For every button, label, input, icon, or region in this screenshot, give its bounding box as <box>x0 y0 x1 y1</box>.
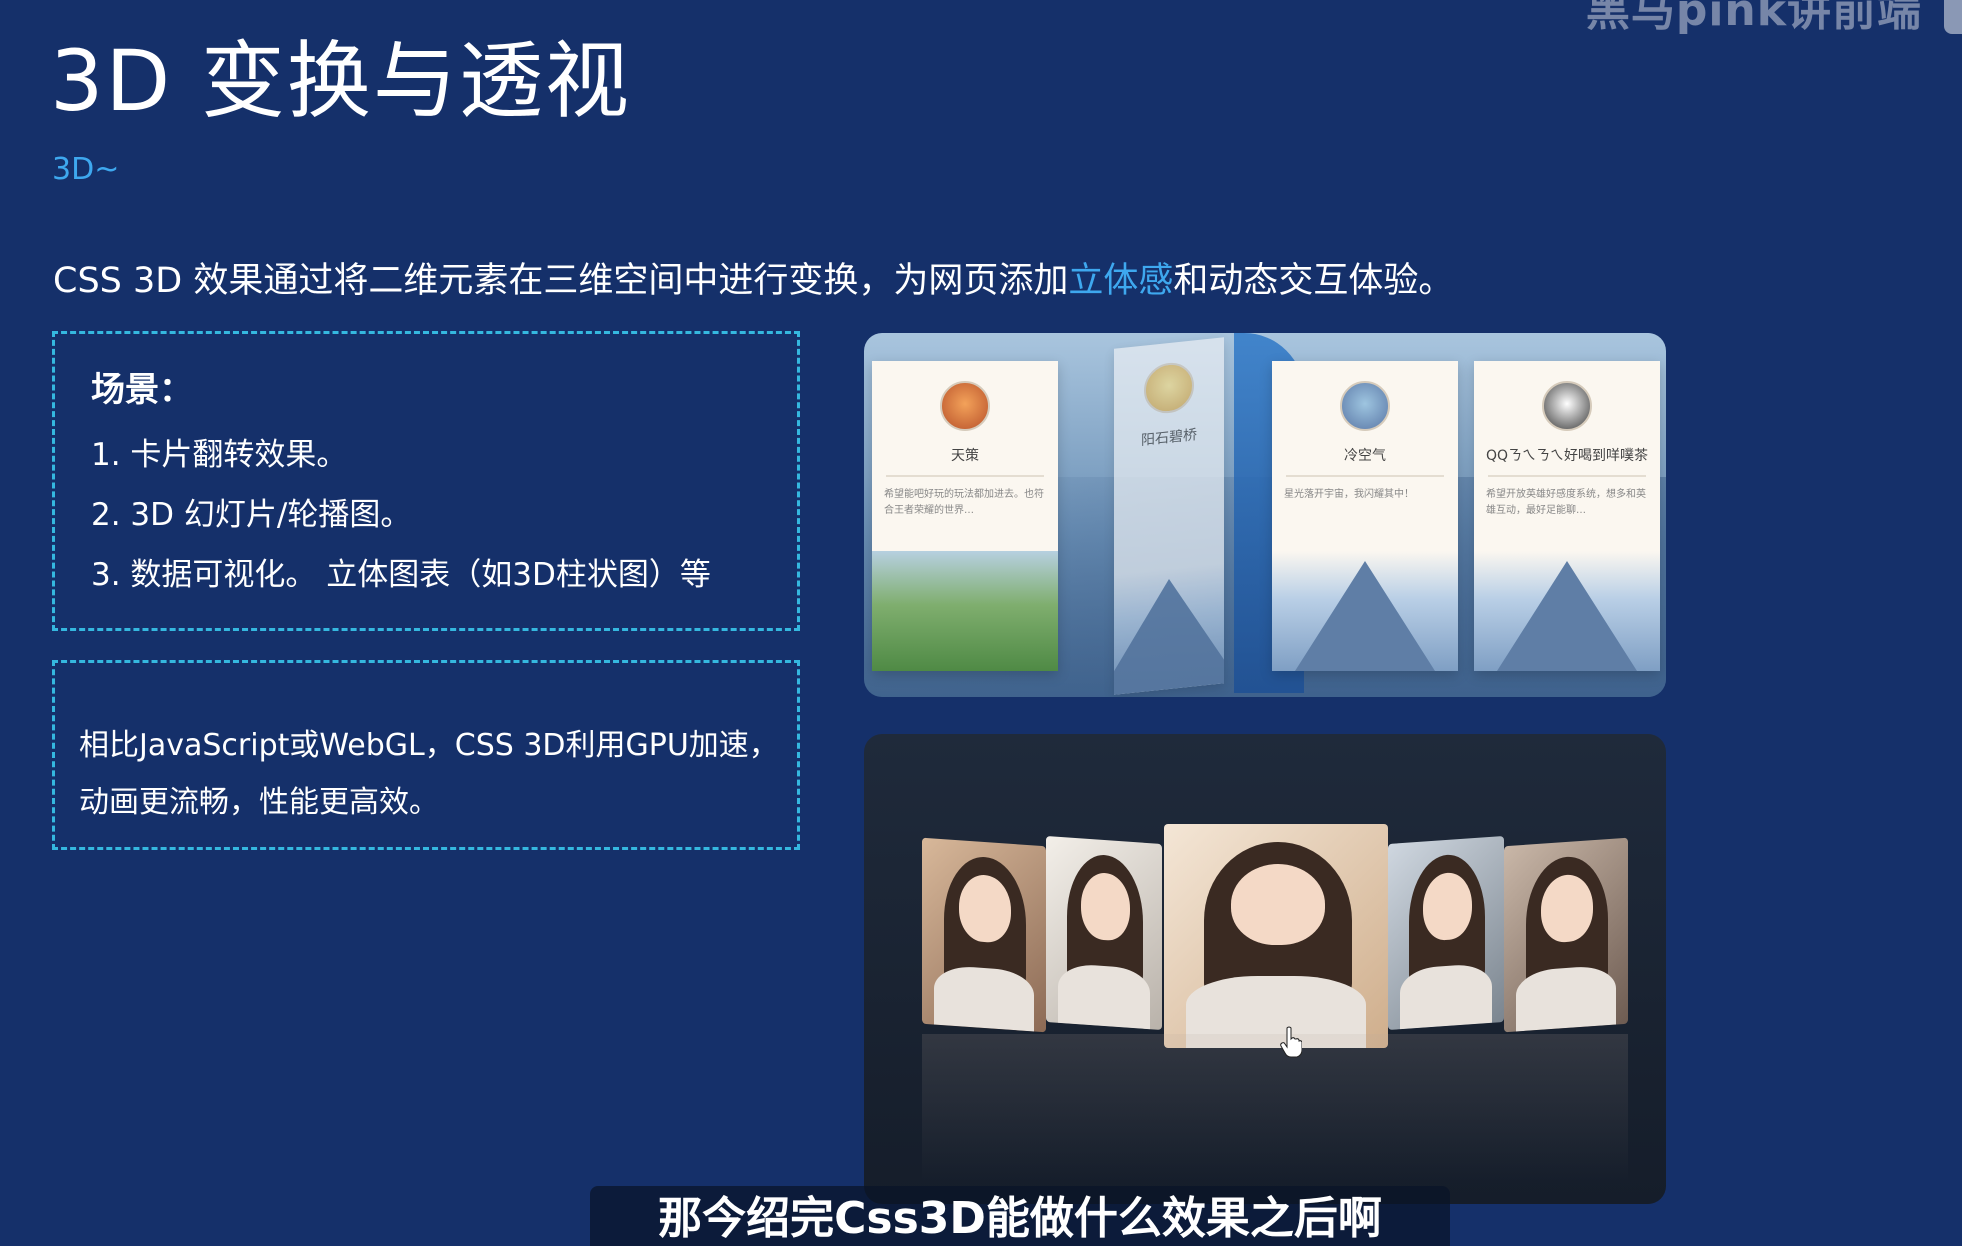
card-divider <box>886 475 1044 477</box>
card-scene-image <box>1272 551 1458 671</box>
video-caption: 那今绍完Css3D能做什么效果之后啊 <box>590 1186 1450 1246</box>
mountain-peak <box>1497 561 1637 671</box>
intro-highlight: 立体感 <box>1068 261 1174 301</box>
performance-box: 相比JavaScript或WebGL，CSS 3D利用GPU加速， 动画更流畅，… <box>52 660 800 850</box>
carousel-photo-active[interactable] <box>1164 824 1388 1048</box>
photo-body <box>1057 963 1151 1030</box>
avatar <box>1144 360 1194 416</box>
carousel-reflection <box>922 1034 1628 1184</box>
carousel-photo[interactable] <box>1046 835 1162 1031</box>
profile-card-flipping[interactable]: 阳石碧桥 <box>1114 337 1224 695</box>
intro-text-after: 和动态交互体验。 <box>1173 261 1454 301</box>
carousel-photo[interactable] <box>922 837 1046 1033</box>
photo-body <box>1516 965 1616 1032</box>
performance-line-1: 相比JavaScript或WebGL，CSS 3D利用GPU加速， <box>79 728 779 763</box>
scenes-heading: 场景： <box>91 370 193 410</box>
scene-item: 1. 卡片翻转效果。 <box>91 437 348 473</box>
carousel-demo <box>864 734 1666 1204</box>
card-description: 希望能吧好玩的玩法都加进去。也符合王者荣耀的世界… <box>884 489 1044 516</box>
scene-item: 3. 数据可视化。 立体图表（如3D柱状图）等 <box>91 557 711 593</box>
avatar <box>940 381 990 431</box>
photo-face <box>1231 864 1326 945</box>
scenes-box: 场景： 1. 卡片翻转效果。 2. 3D 幻灯片/轮播图。 3. 数据可视化。 … <box>52 331 800 631</box>
profile-card[interactable]: 天策 希望能吧好玩的玩法都加进去。也符合王者荣耀的世界… <box>872 361 1058 671</box>
intro-text-before: CSS 3D 效果通过将二维元素在三维空间中进行变换，为网页添加 <box>53 261 1069 301</box>
card-scene-image <box>1474 551 1660 671</box>
card-name: 天策 <box>951 448 979 464</box>
card-description: 星光落开宇宙，我闪耀其中！ <box>1284 489 1414 500</box>
watermark: 黑马pink讲前端 <box>1585 0 1922 36</box>
page-title: 3D 变换与透视 <box>50 32 631 130</box>
card-description: 希望开放英雄好感度系统，想多和英雄互动，最好足能聊… <box>1486 489 1646 516</box>
card-name: 阳石碧桥 <box>1141 427 1197 449</box>
avatar <box>1542 381 1592 431</box>
photo-face <box>1080 871 1130 943</box>
card-divider <box>1488 475 1646 477</box>
carousel-photo[interactable] <box>1504 837 1628 1033</box>
corner-avatar-fragment <box>1944 0 1962 34</box>
profile-card[interactable]: 冷空气 星光落开宇宙，我闪耀其中！ <box>1272 361 1458 671</box>
photo-body <box>934 965 1034 1032</box>
avatar <box>1340 381 1390 431</box>
photo-body <box>1399 963 1493 1030</box>
intro-text: CSS 3D 效果通过将二维元素在三维空间中进行变换，为网页添加立体感和动态交互… <box>53 252 1453 303</box>
card-name: 冷空气 <box>1344 448 1386 464</box>
card-scene-image <box>1114 563 1224 695</box>
section-subtitle: 3D~ <box>52 152 120 187</box>
mountain-peak <box>1295 561 1435 671</box>
card-flip-demo: 天策 希望能吧好玩的玩法都加进去。也符合王者荣耀的世界… 阳石碧桥 冷空气 星光… <box>864 333 1666 697</box>
performance-line-2: 动画更流畅，性能更高效。 <box>79 785 439 820</box>
mountain-peak <box>1114 571 1224 695</box>
hand-cursor-icon <box>1280 1026 1302 1058</box>
card-divider <box>1286 475 1444 477</box>
carousel-photo[interactable] <box>1388 835 1504 1031</box>
card-name: QQㄋㄟㄋㄟ好喝到咩噗茶 <box>1485 448 1649 464</box>
scene-item: 2. 3D 幻灯片/轮播图。 <box>91 497 412 533</box>
card-scene-image <box>872 551 1058 671</box>
profile-card[interactable]: QQㄋㄟㄋㄟ好喝到咩噗茶 希望开放英雄好感度系统，想多和英雄互动，最好足能聊… <box>1474 361 1660 671</box>
